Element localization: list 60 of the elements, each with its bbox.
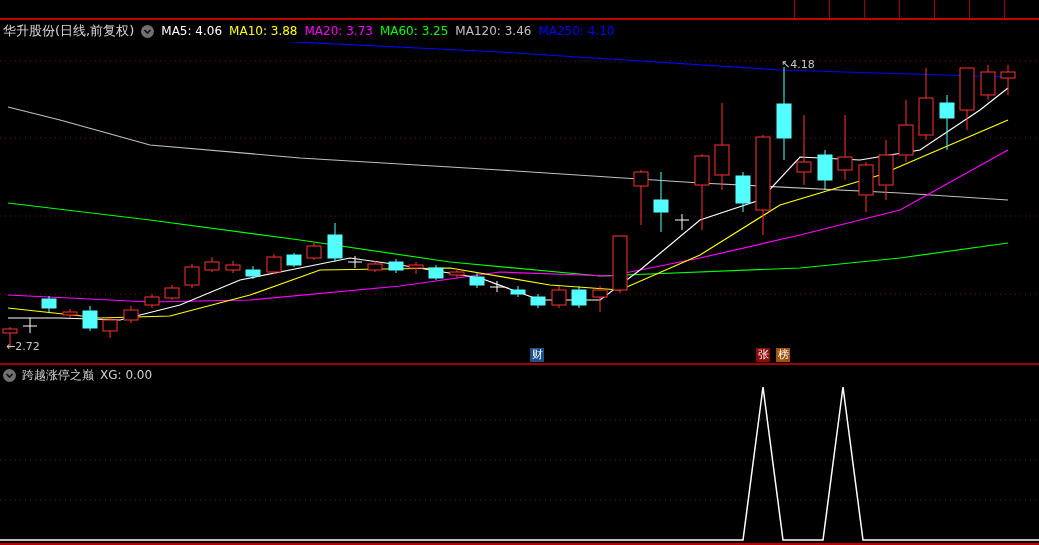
candlestick [22,317,38,334]
candlestick [408,261,424,275]
candlestick [367,260,383,273]
candlestick [469,272,485,289]
indicator-name: 跨越涨停之巅 [22,366,94,384]
candlestick [123,305,139,324]
moving-average-reading: MA10: 3.88 [229,24,298,38]
high-price-label: ↖4.18 [781,58,815,71]
candlestick [428,264,444,281]
indicator-reading: XG: 0.00 [100,368,153,382]
candlestick [82,305,98,332]
candlestick [858,161,874,213]
candlestick [266,253,282,275]
candlestick [837,114,853,181]
candlestick [41,295,57,313]
candlestick [551,285,567,309]
candlestick [980,64,996,101]
dropdown-icon[interactable] [3,368,16,382]
moving-average-reading: MA250: 4.10 [538,24,615,38]
candlestick [898,99,914,163]
candlestick [735,171,751,213]
candlestick [164,284,180,301]
candlestick [878,139,894,201]
moving-average-reading: MA120: 3.46 [455,24,532,38]
candlestick [388,258,404,274]
candlestick [449,267,465,279]
candlestick [817,149,833,191]
candlestick [959,67,975,131]
candlestick [510,285,526,298]
candlestick [612,235,628,294]
candlestick [327,222,343,263]
candlestick [796,114,812,186]
candlestick [653,171,669,233]
candlestick [306,242,322,261]
moving-average-reading: MA5: 4.06 [161,24,223,38]
low-price-label: ←2.72 [6,340,40,353]
candlestick [674,213,690,231]
candlestick [144,293,160,309]
candlestick [184,263,200,289]
stock-title: 华升股份(日线,前复权) [3,22,135,40]
candlestick [286,252,302,268]
candlestick [633,169,649,226]
candlestick [939,94,955,151]
event-badge[interactable]: 财 [530,348,544,362]
candlestick [489,280,505,293]
candlestick [62,308,78,319]
event-badge[interactable]: 榜 [776,348,790,362]
candlestick [592,285,608,313]
dropdown-icon[interactable] [141,24,155,38]
candlestick [245,265,261,280]
candlestick [204,256,220,273]
candlestick [1000,64,1016,96]
moving-average-reading: MA60: 3.25 [379,24,449,38]
moving-average-reading: MA20: 3.73 [304,24,373,38]
candlestick [225,260,241,274]
candlestick [571,285,587,309]
candlestick [347,255,363,269]
event-badge[interactable]: 张 [756,348,770,362]
candlestick [530,293,546,309]
candlestick [102,317,118,339]
